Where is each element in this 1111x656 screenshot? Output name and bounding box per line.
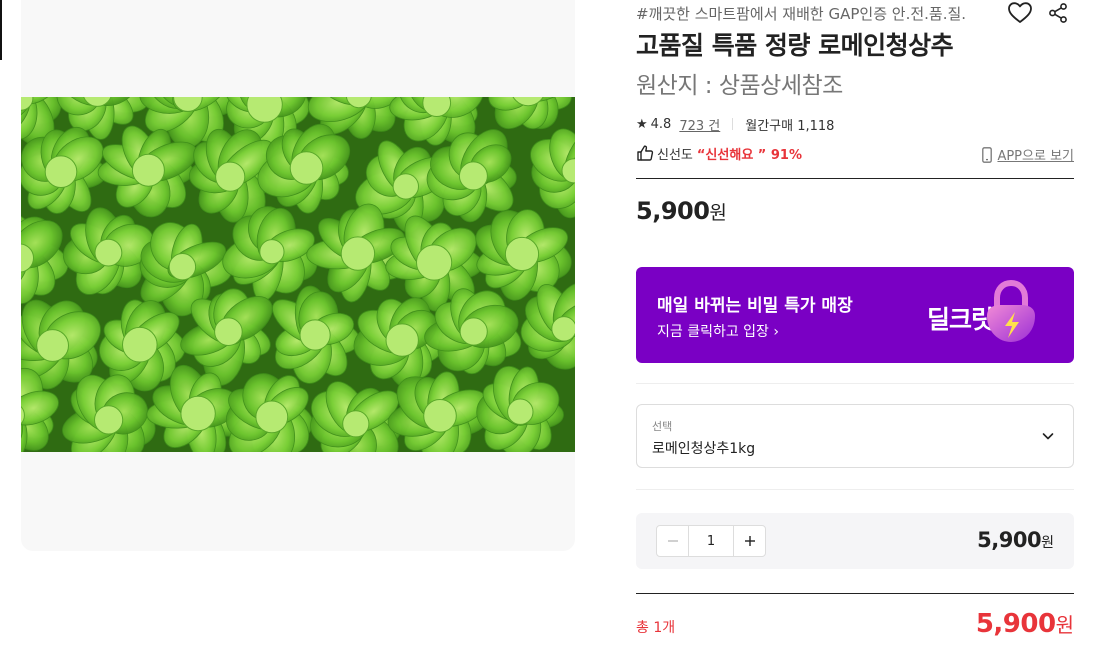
divider (732, 118, 734, 130)
freshness-label: 신선도 (657, 147, 693, 163)
star-icon: ★ (636, 116, 648, 132)
promo-title: 매일 바뀌는 비밀 특가 매장 (657, 296, 853, 316)
left-edge-marker (0, 0, 2, 60)
rating-summary: ★ 4.8 723 건 월간구매 1,118 (636, 114, 834, 134)
thumbs-up-icon (637, 145, 654, 161)
option-select-label: 선택 (652, 420, 673, 433)
product-image-panel (21, 0, 575, 551)
app-view-link[interactable]: APP으로 보기 (982, 145, 1074, 164)
increase-button[interactable] (734, 526, 765, 556)
total-price-amount: 5,900 (975, 609, 1056, 639)
option-select[interactable]: 선택 로메인청상추1kg (636, 404, 1074, 468)
divider (636, 593, 1074, 594)
option-price-unit: 원 (1041, 535, 1054, 551)
promo-subtitle: 지금 클릭하고 입장 › (657, 324, 779, 340)
price-amount: 5,900 (636, 197, 710, 225)
option-price-amount: 5,900 (977, 528, 1042, 552)
share-icon[interactable] (1045, 0, 1071, 26)
freshness-score: “신선해요 ” 91% (696, 147, 802, 163)
total-price: 5,900원 (976, 609, 1074, 639)
product-info: #깨끗한 스마트팜에서 재배한 GAP인증 안.전.품.질. 고품질 특품 정량… (636, 0, 1074, 656)
chevron-down-icon (1042, 433, 1054, 440)
decrease-button[interactable] (657, 526, 688, 556)
review-count-link[interactable]: 723 건 (679, 115, 720, 134)
rating-score: 4.8 (650, 116, 672, 132)
total-count: 총 1개 (636, 620, 676, 636)
product-title: 고품질 특품 정량 로메인청상추 (636, 31, 954, 60)
heart-icon[interactable] (1007, 0, 1033, 26)
quantity-stepper: 1 (656, 525, 766, 557)
option-price: 5,900원 (977, 528, 1054, 552)
product-origin: 원산지 : 상품상세참조 (636, 73, 843, 99)
divider (636, 383, 1074, 384)
plus-icon (744, 536, 755, 546)
mobile-phone-icon (982, 146, 993, 163)
product-price: 5,900원 (636, 197, 727, 225)
lightning-lock-icon (987, 279, 1035, 342)
divider (636, 489, 1074, 490)
divider (636, 178, 1074, 179)
quantity-input[interactable]: 1 (688, 526, 734, 556)
price-unit: 원 (709, 202, 727, 224)
product-tagline: #깨끗한 스마트팜에서 재배한 GAP인증 안.전.품.질. (636, 5, 967, 23)
selected-option-panel: 1 5,900원 (636, 513, 1074, 569)
total-price-unit: 원 (1055, 613, 1074, 637)
option-selected-value: 로메인청상추1kg (652, 441, 756, 457)
product-image[interactable] (21, 97, 575, 452)
monthly-purchases: 월간구매 1,118 (745, 118, 835, 134)
minus-icon (667, 540, 678, 542)
dealcret-promo-banner[interactable]: 매일 바뀌는 비밀 특가 매장 지금 클릭하고 입장 › 딜크릿 (636, 267, 1074, 363)
app-view-label: APP으로 보기 (997, 149, 1074, 164)
freshness-summary: 신선도 “신선해요 ” 91% (636, 142, 802, 164)
